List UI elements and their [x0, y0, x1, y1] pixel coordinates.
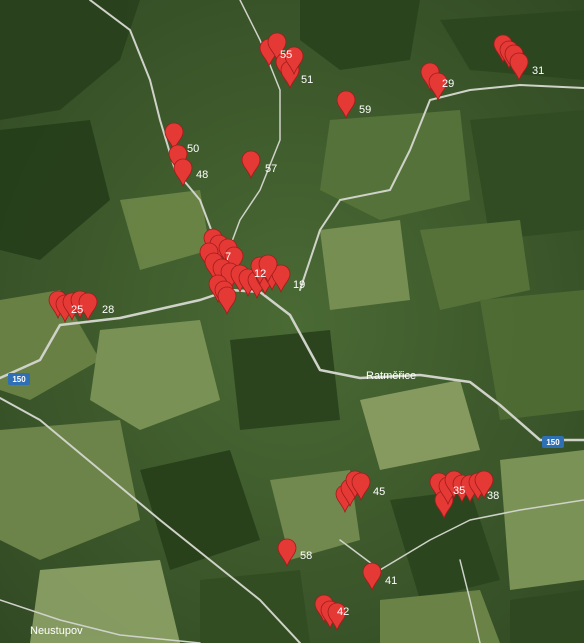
marker-label: 50: [187, 143, 199, 155]
marker-label: 55: [280, 49, 292, 61]
marker-label: 42: [337, 606, 349, 618]
marker-label: 45: [373, 486, 385, 498]
marker-label: 25: [71, 304, 83, 316]
road-shield-150-west: 150: [8, 373, 30, 385]
marker-label: 31: [532, 65, 544, 77]
marker-label: 28: [102, 304, 114, 316]
place-label-neustupov: Neustupov: [30, 625, 83, 637]
satellite-map[interactable]: 150 150 Ratměřice Neustupov 55 51 29 31 …: [0, 0, 584, 643]
marker-label: 59: [359, 104, 371, 116]
marker-label: 35: [453, 485, 465, 497]
svg-text:150: 150: [546, 438, 560, 447]
marker-label: 58: [300, 550, 312, 562]
marker-label: 41: [385, 575, 397, 587]
map-canvas[interactable]: 150 150 Ratměřice Neustupov 55 51 29 31 …: [0, 0, 584, 643]
marker-label: 57: [265, 163, 277, 175]
marker-label: 29: [442, 78, 454, 90]
marker-label: 51: [301, 74, 313, 86]
marker-label: 7: [225, 251, 231, 263]
marker-label: 19: [293, 279, 305, 291]
marker-label: 38: [487, 490, 499, 502]
marker-label: 12: [254, 268, 266, 280]
place-label-ratmerice: Ratměřice: [366, 370, 416, 382]
road-shield-150-east: 150: [542, 436, 564, 448]
svg-text:150: 150: [12, 375, 26, 384]
marker-label: 48: [196, 169, 208, 181]
